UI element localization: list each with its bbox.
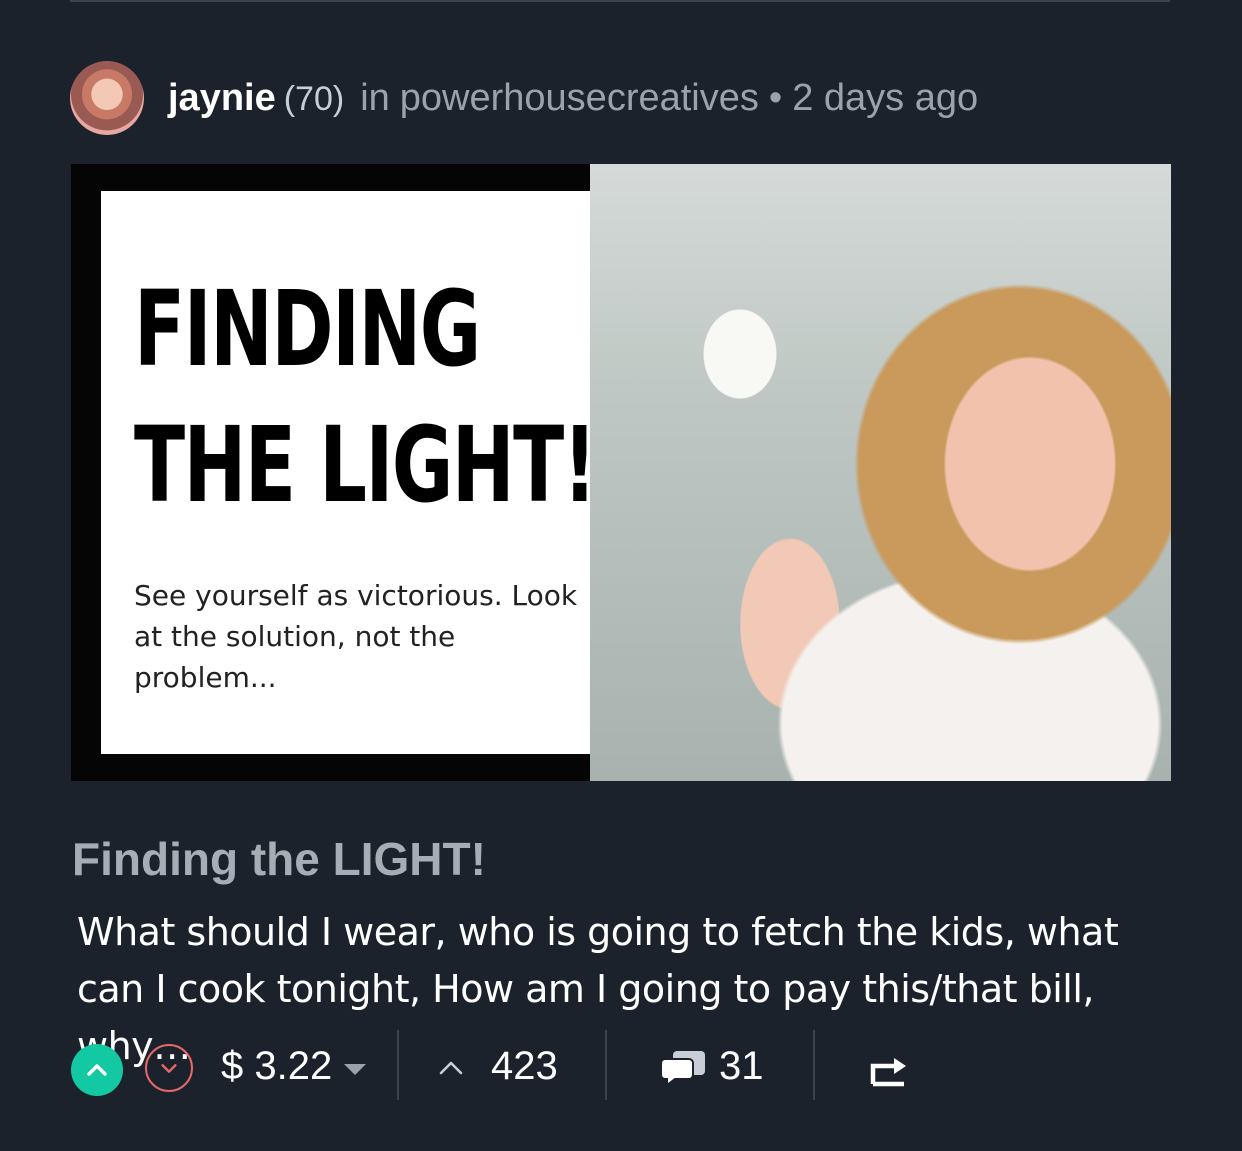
chevron-down-icon[interactable] (344, 1064, 366, 1075)
votes-value: 423 (491, 1044, 558, 1088)
footer-divider (397, 1030, 399, 1100)
upvote-button[interactable] (71, 1044, 123, 1096)
top-divider (70, 0, 1170, 2)
author-reputation: (70) (283, 79, 345, 118)
author-name[interactable]: jaynie (168, 77, 276, 120)
thumbnail-subtext: See yourself as victorious. Look at the … (134, 579, 578, 694)
downvote-icon (161, 1064, 177, 1073)
payout-value[interactable]: $ 3.22 (221, 1044, 332, 1089)
meta-separator: • (768, 76, 783, 119)
upvote-icon (87, 1064, 107, 1076)
thumbnail-headline: FINDING THE LIGHT! (134, 261, 597, 533)
post-thumbnail[interactable]: FINDING THE LIGHT! See yourself as victo… (71, 164, 1171, 781)
thumbnail-text-card: FINDING THE LIGHT! See yourself as victo… (101, 191, 654, 754)
footer-divider (813, 1030, 815, 1100)
votes-count[interactable]: 423 (437, 1044, 558, 1089)
reblog-button[interactable] (868, 1050, 910, 1093)
thumbnail-headline-line2: THE LIGHT! (134, 404, 597, 526)
thumbnail-headline-line1: FINDING (134, 268, 481, 390)
post-header: jaynie (70) in powerhousecreatives • 2 d… (70, 60, 978, 136)
avatar[interactable] (70, 61, 144, 135)
community-link[interactable]: powerhousecreatives (400, 77, 759, 120)
post-time[interactable]: 2 days ago (792, 77, 978, 120)
votes-caret-icon (439, 1061, 463, 1074)
footer-divider (605, 1030, 607, 1100)
downvote-button[interactable] (145, 1044, 193, 1092)
reblog-icon (870, 1058, 906, 1087)
comments-count[interactable]: 31 (661, 1044, 764, 1089)
thumbnail-photo (590, 164, 1171, 781)
comments-value: 31 (719, 1044, 764, 1088)
in-label: in (360, 76, 390, 119)
post-footer: $ 3.22 423 31 (71, 1030, 1171, 1102)
post-meta: jaynie (70) in powerhousecreatives • 2 d… (168, 77, 978, 120)
post-title[interactable]: Finding the LIGHT! (72, 832, 486, 886)
comment-icon (661, 1050, 705, 1087)
